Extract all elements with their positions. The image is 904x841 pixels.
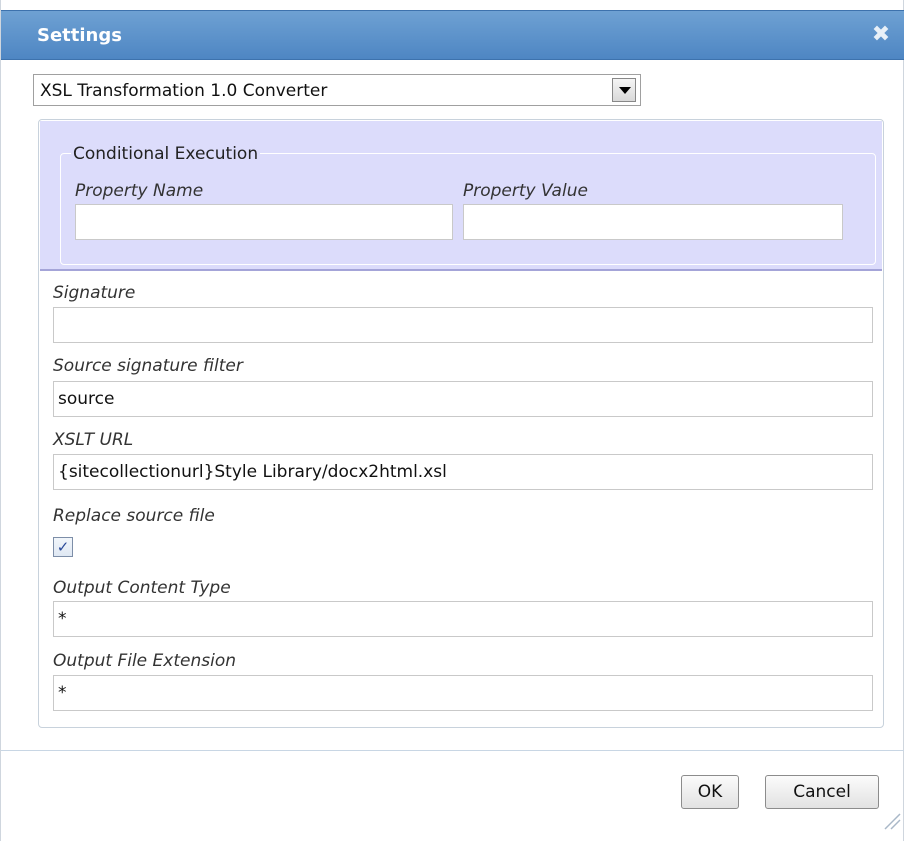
resize-grip-icon[interactable] (881, 810, 901, 830)
close-icon[interactable]: ✖ (869, 22, 893, 48)
property-name-label: Property Name (75, 181, 204, 201)
output-content-type-input[interactable]: * (53, 601, 873, 637)
dialog-titlebar: Settings ✖ (1, 10, 904, 60)
property-value-label: Property Value (463, 181, 588, 201)
converter-select-value: XSL Transformation 1.0 Converter (40, 81, 328, 101)
signature-input[interactable] (53, 307, 873, 343)
ok-button[interactable]: OK (681, 775, 739, 809)
signature-label: Signature (53, 283, 136, 303)
property-value-input[interactable] (463, 204, 843, 240)
output-content-type-label: Output Content Type (53, 578, 231, 598)
chevron-down-icon[interactable] (612, 78, 636, 102)
xslt-url-input[interactable]: {sitecollectionurl}Style Library/docx2ht… (53, 454, 873, 490)
conditional-execution-section: Conditional Execution Property Name Prop… (40, 121, 882, 271)
replace-source-file-label: Replace source file (53, 506, 215, 526)
output-file-extension-input[interactable]: * (53, 675, 873, 711)
source-signature-filter-label: Source signature filter (53, 356, 243, 376)
settings-dialog: Settings ✖ XSL Transformation 1.0 Conver… (0, 0, 904, 841)
replace-source-file-checkbox[interactable]: ✓ (53, 537, 73, 557)
source-signature-filter-input[interactable]: source (53, 381, 873, 417)
conditional-execution-legend: Conditional Execution (71, 144, 261, 164)
property-name-input[interactable] (75, 204, 453, 240)
xslt-url-label: XSLT URL (53, 430, 134, 450)
dialog-title: Settings (37, 25, 122, 46)
checkmark-icon: ✓ (56, 538, 70, 556)
footer-divider (1, 750, 904, 751)
converter-select[interactable]: XSL Transformation 1.0 Converter (33, 74, 641, 106)
output-file-extension-label: Output File Extension (53, 651, 236, 671)
cancel-button[interactable]: Cancel (765, 775, 879, 809)
